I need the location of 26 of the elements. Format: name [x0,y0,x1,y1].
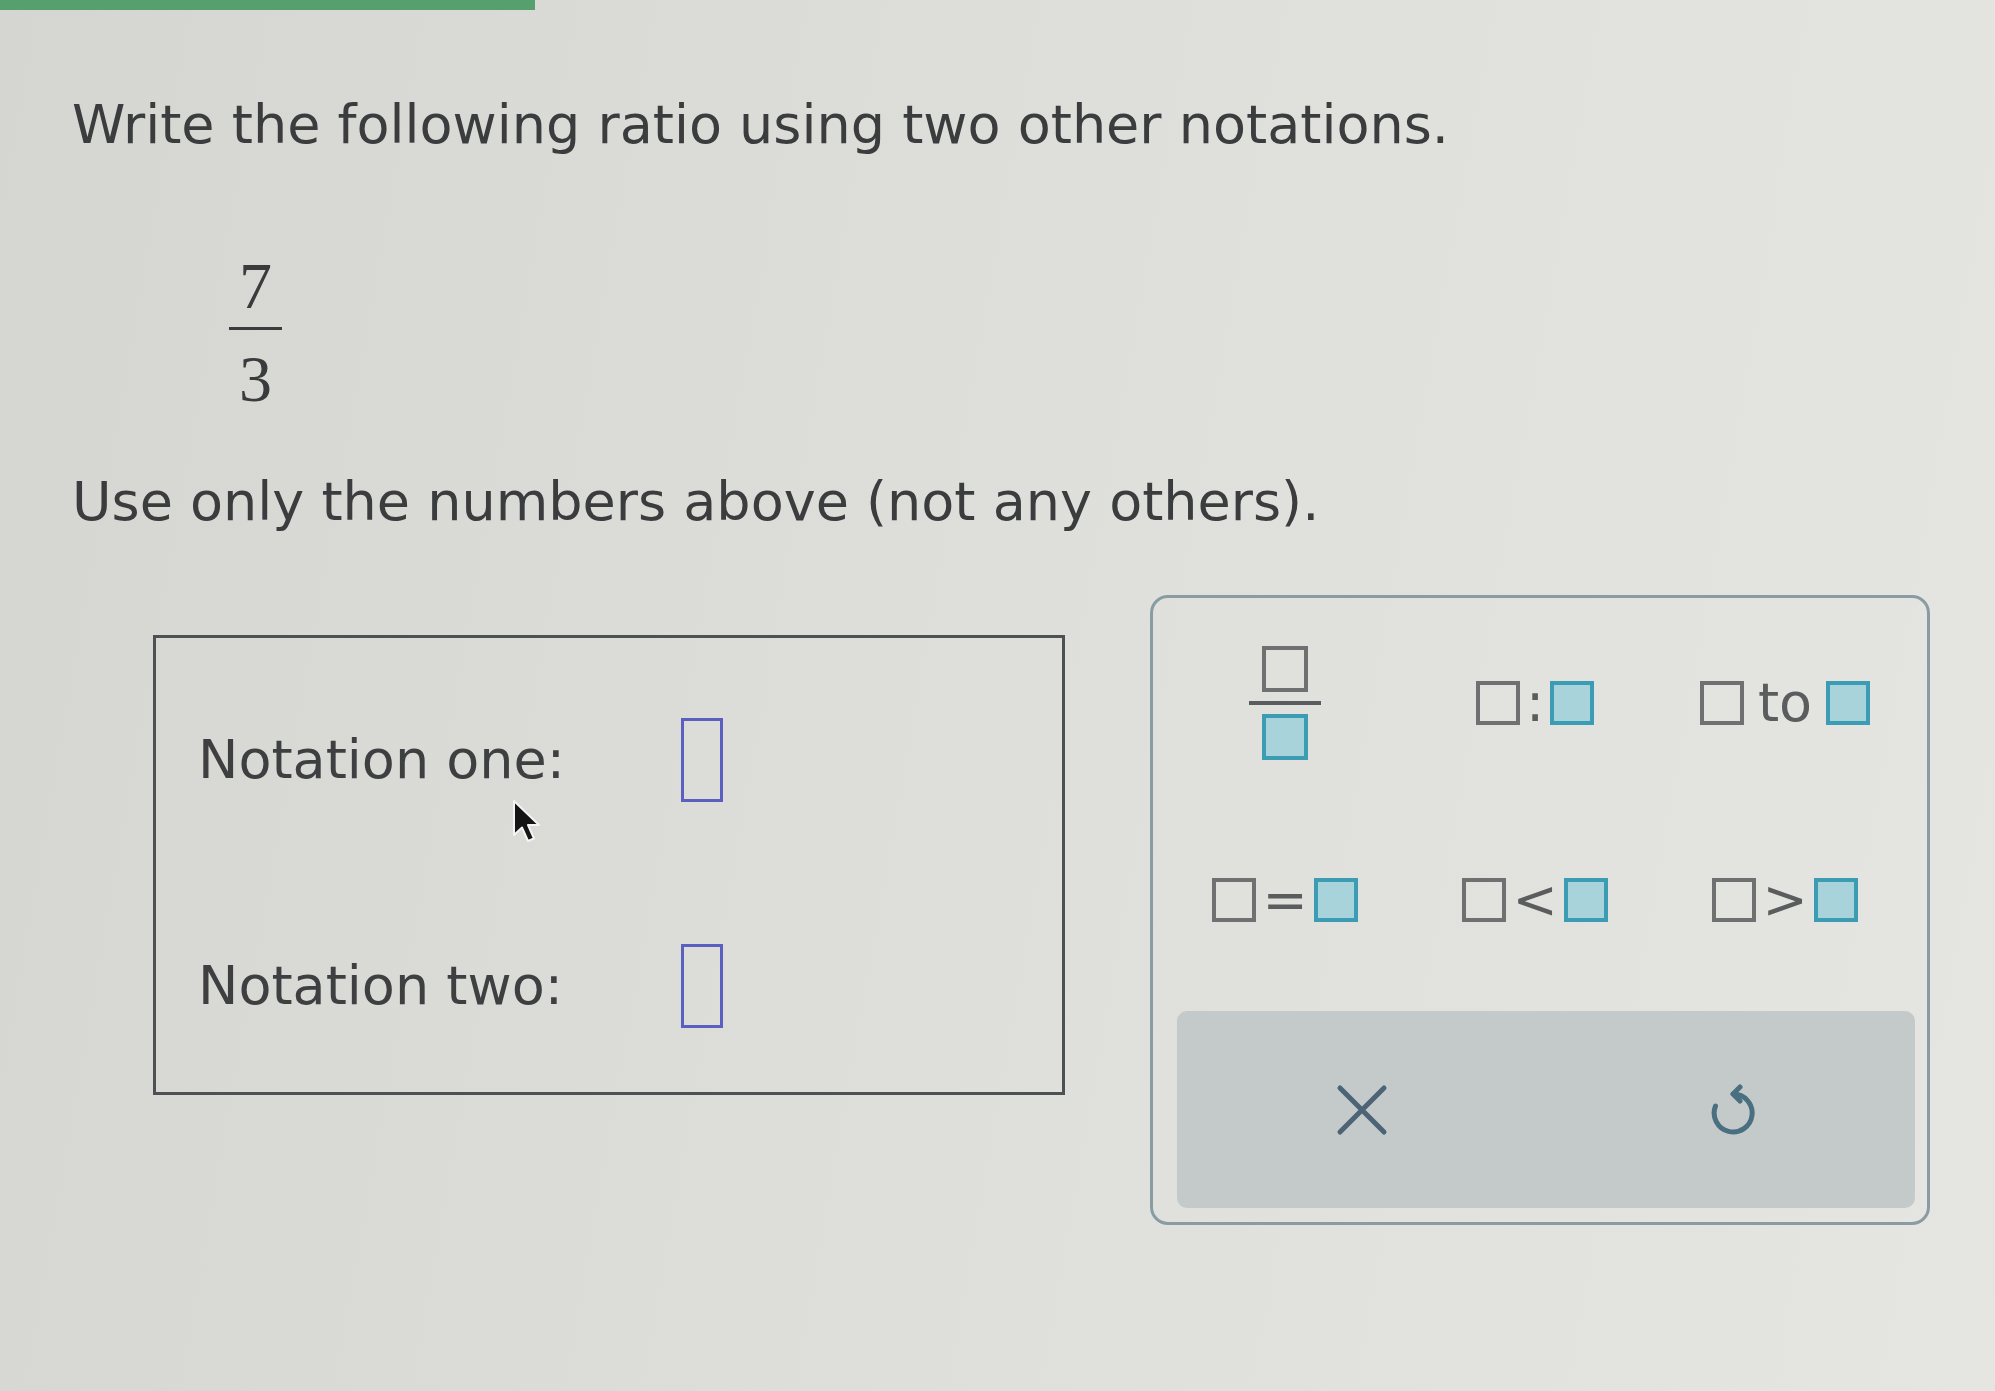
box-icon [1462,878,1507,922]
box-icon [1699,681,1744,725]
answer-field[interactable] [681,944,723,1028]
shaded-box-icon [1550,681,1595,725]
numerator: 7 [238,253,273,319]
notation-label: Notation two: [198,953,563,1019]
to-template-button[interactable]: to [1691,672,1879,734]
fraction-bar [229,327,282,330]
box-icon [1212,878,1257,922]
shaded-box-icon [1826,681,1871,725]
greater-than-template-button[interactable]: > [1704,869,1866,931]
box-icon [1712,878,1757,922]
box-icon [1475,681,1520,725]
shaded-box-icon [1563,878,1608,922]
less-than-template-button[interactable]: < [1454,869,1616,931]
equals-template-button[interactable]: = [1204,869,1366,931]
mouse-pointer-icon [511,798,542,844]
colon-template-button[interactable]: : [1467,672,1603,734]
shaded-box-icon [1813,878,1858,922]
denominator: 3 [238,346,273,412]
question-text: Write the following ratio using two other notations. [72,92,1449,158]
shaded-box-icon [1313,878,1358,922]
notation-label: Notation one: [198,727,565,793]
fraction-boxes-icon [1247,646,1323,760]
instruction-text: Use only the numbers above (not any others). [72,469,1320,535]
answer-field[interactable] [681,718,723,802]
